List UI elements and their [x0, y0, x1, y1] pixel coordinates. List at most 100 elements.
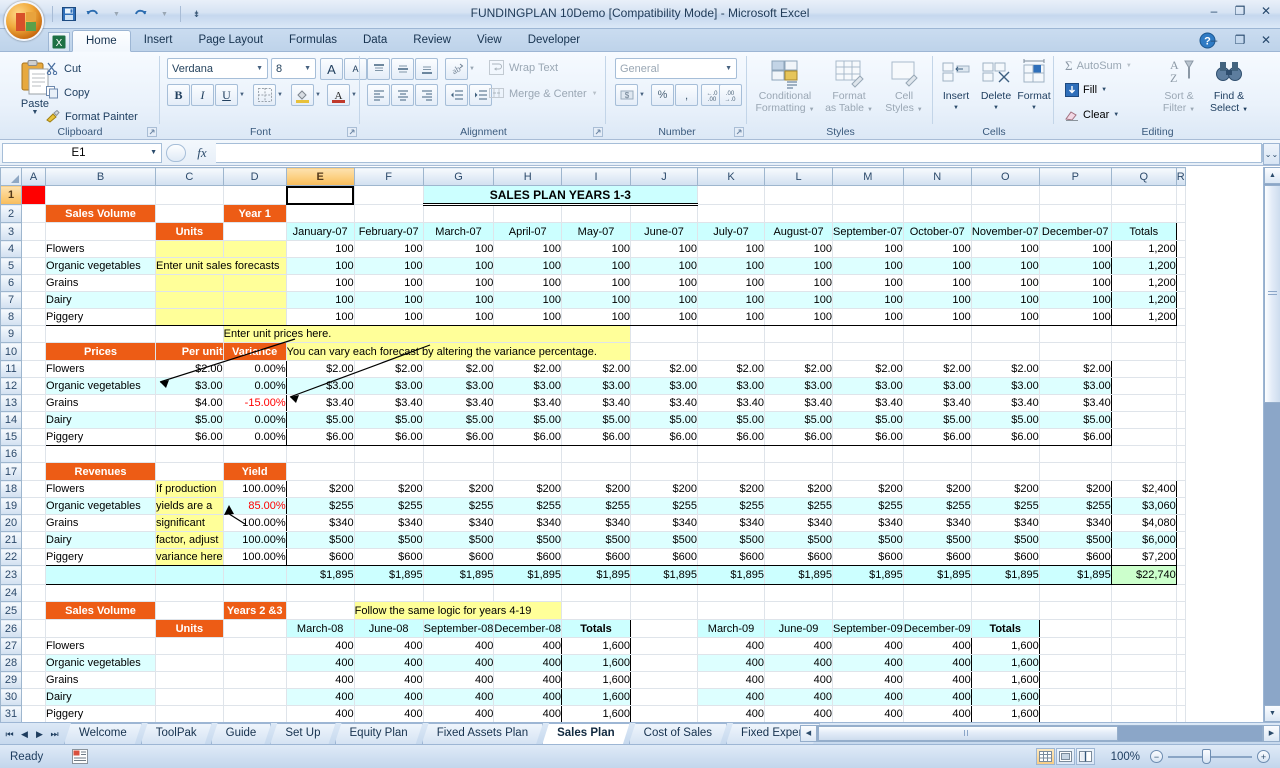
cell-C28[interactable] [156, 655, 224, 672]
cell-I4[interactable]: 100 [562, 241, 631, 258]
cell-M30[interactable]: 400 [833, 689, 904, 706]
cell-I26-totals-header[interactable]: Totals [562, 620, 631, 638]
column-header-Q[interactable]: Q [1111, 168, 1176, 186]
cell-G18[interactable]: $200 [423, 481, 494, 498]
cell-P6[interactable]: 100 [1039, 275, 1111, 292]
font-color-button[interactable]: A [327, 84, 350, 106]
cell-C2[interactable] [156, 205, 224, 223]
cell-L29[interactable]: 400 [765, 672, 833, 689]
cell-Q7-total[interactable]: 1,200 [1111, 292, 1176, 309]
cell-H2[interactable] [494, 205, 562, 223]
vertical-scrollbar[interactable]: ▲ ▼ [1263, 167, 1280, 722]
cell-O4[interactable]: 100 [971, 241, 1039, 258]
cell-I21[interactable]: $500 [562, 532, 631, 549]
cell-D18-yield[interactable]: 100.00% [223, 481, 286, 498]
cell-I13[interactable]: $3.40 [562, 395, 631, 412]
cell-H13[interactable]: $3.40 [494, 395, 562, 412]
row-header-28[interactable]: 28 [1, 655, 22, 672]
cell-K9[interactable] [698, 326, 765, 343]
cell-C4[interactable] [156, 241, 224, 258]
cell-L16[interactable] [765, 446, 833, 463]
cell-J31[interactable] [631, 706, 698, 723]
sheet-tab-guide[interactable]: Guide [211, 723, 272, 744]
cell-D23[interactable] [223, 566, 286, 585]
cell-J18[interactable]: $200 [631, 481, 698, 498]
cell-Q8-total[interactable]: 1,200 [1111, 309, 1176, 326]
cell-K19[interactable]: $255 [698, 498, 765, 515]
cell-F25-note-years[interactable]: Follow the same logic for years 4-19 [354, 602, 561, 620]
insert-cells-button[interactable]: Insert ▼ [936, 56, 976, 114]
cell-K31[interactable]: 400 [698, 706, 765, 723]
cell-M2[interactable] [833, 205, 904, 223]
cell-G1-title[interactable]: SALES PLAN YEARS 1-3 [423, 186, 697, 205]
cell-L12[interactable]: $3.00 [765, 378, 833, 395]
cell-I16[interactable] [562, 446, 631, 463]
fill-color-dropdown-icon[interactable]: ▼ [313, 84, 323, 106]
cell-J20[interactable]: $340 [631, 515, 698, 532]
cell-I5[interactable]: 100 [562, 258, 631, 275]
cell-E8[interactable]: 100 [286, 309, 354, 326]
column-header-A[interactable]: A [22, 168, 46, 186]
cell-M16[interactable] [833, 446, 904, 463]
cell-K27[interactable]: 400 [698, 638, 765, 655]
cell-K7[interactable]: 100 [698, 292, 765, 309]
cell-C29[interactable] [156, 672, 224, 689]
conditional-formatting-button[interactable]: Conditional Formatting ▼ [752, 56, 818, 116]
cell-D3[interactable] [223, 223, 286, 241]
cell-B13-product[interactable]: Grains [46, 395, 156, 412]
cell-E12[interactable]: $3.00 [286, 378, 354, 395]
cell-R2[interactable] [1176, 205, 1185, 223]
cell-I27-total[interactable]: 1,600 [562, 638, 631, 655]
cell-K2[interactable] [698, 205, 765, 223]
cell-K18[interactable]: $200 [698, 481, 765, 498]
cell-N11[interactable]: $2.00 [903, 361, 971, 378]
cell-D27[interactable] [223, 638, 286, 655]
restore-button[interactable]: ❐ [1232, 4, 1248, 18]
cell-H31[interactable]: 400 [494, 706, 562, 723]
cell-A18[interactable] [22, 481, 46, 498]
cell-N2[interactable] [903, 205, 971, 223]
cell-B21-product[interactable]: Dairy [46, 532, 156, 549]
cell-L2[interactable] [765, 205, 833, 223]
cell-E11[interactable]: $2.00 [286, 361, 354, 378]
cell-G31[interactable]: 400 [423, 706, 494, 723]
cell-P20[interactable]: $340 [1039, 515, 1111, 532]
orientation-button[interactable]: ab [445, 58, 468, 80]
row-header-9[interactable]: 9 [1, 326, 22, 343]
cell-P19[interactable]: $255 [1039, 498, 1111, 515]
cell-K28[interactable]: 400 [698, 655, 765, 672]
cell-Q19-total[interactable]: $3,060 [1111, 498, 1176, 515]
cell-H22[interactable]: $600 [494, 549, 562, 566]
column-header-D[interactable]: D [223, 168, 286, 186]
cell-R23[interactable] [1176, 566, 1185, 585]
cell-F12[interactable]: $3.00 [354, 378, 423, 395]
scroll-up-button[interactable]: ▲ [1264, 167, 1280, 184]
cell-Q15[interactable] [1111, 429, 1176, 446]
cell-P14[interactable]: $5.00 [1039, 412, 1111, 429]
cell-M18[interactable]: $200 [833, 481, 904, 498]
cell-K8[interactable]: 100 [698, 309, 765, 326]
first-sheet-button[interactable]: ⏮ [4, 729, 15, 740]
ribbon-tab-page-layout[interactable]: Page Layout [185, 29, 276, 52]
cell-E21[interactable]: $500 [286, 532, 354, 549]
cell-F26-quarter[interactable]: June-08 [354, 620, 423, 638]
cell-J26[interactable] [631, 620, 698, 638]
cell-D28[interactable] [223, 655, 286, 672]
cell-E28[interactable]: 400 [286, 655, 354, 672]
cell-M13[interactable]: $3.40 [833, 395, 904, 412]
cell-J9[interactable] [631, 326, 698, 343]
middle-align-button[interactable] [391, 58, 414, 80]
cell-N27[interactable]: 400 [903, 638, 971, 655]
cell-H19[interactable]: $255 [494, 498, 562, 515]
cell-L6[interactable]: 100 [765, 275, 833, 292]
cell-F22[interactable]: $600 [354, 549, 423, 566]
cell-I28-total[interactable]: 1,600 [562, 655, 631, 672]
alignment-dialog-launcher[interactable] [593, 127, 603, 137]
row-header-8[interactable]: 8 [1, 309, 22, 326]
cell-P25[interactable] [1039, 602, 1111, 620]
sheet-tab-toolpak[interactable]: ToolPak [141, 723, 212, 744]
cell-F31[interactable]: 400 [354, 706, 423, 723]
align-right-button[interactable] [415, 84, 438, 106]
cell-K29[interactable]: 400 [698, 672, 765, 689]
cell-M31[interactable]: 400 [833, 706, 904, 723]
